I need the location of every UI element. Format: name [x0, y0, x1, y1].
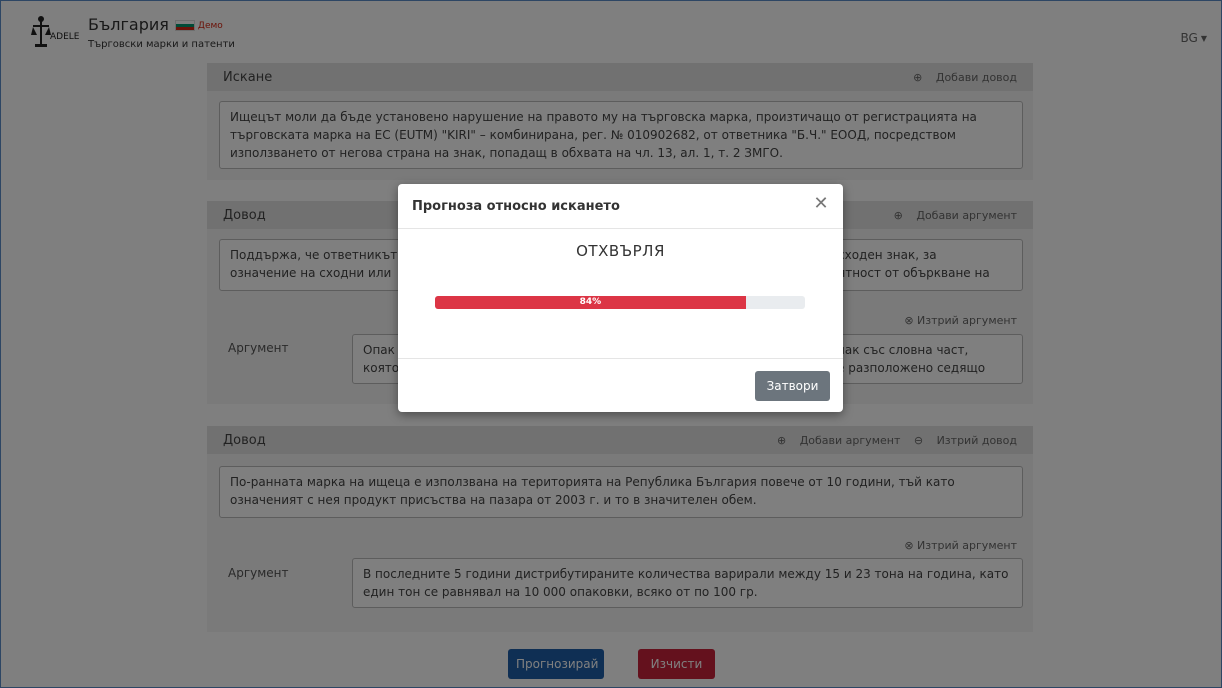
modal-header: Прогноза относно искането ✕	[398, 184, 843, 229]
progress-bar-fill: 84%	[435, 296, 746, 309]
close-icon[interactable]: ✕	[811, 194, 831, 214]
modal-footer: Затвори	[398, 358, 843, 413]
close-button[interactable]: Затвори	[755, 371, 830, 401]
modal-title: Прогноза относно искането	[412, 199, 620, 214]
confidence-progress: 84%	[435, 296, 805, 309]
prediction-modal: Прогноза относно искането ✕ ОТХВЪРЛЯ 84%…	[398, 184, 843, 412]
verdict-text: ОТХВЪРЛЯ	[576, 242, 665, 260]
